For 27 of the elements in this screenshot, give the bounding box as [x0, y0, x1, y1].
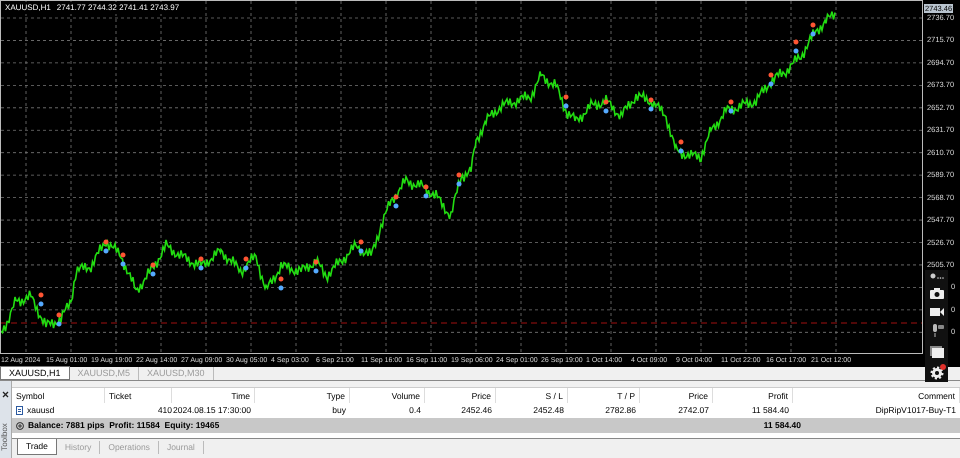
windows-icon[interactable] [930, 346, 944, 358]
profit-total: 11 584.40 [762, 419, 802, 432]
table-cell: 2742.07 [678, 404, 709, 417]
toolbox-title: Toolbox [0, 423, 10, 451]
table-row[interactable]: xauusd 4102024.08.15 17:30:00 buy 0.4 2452.46 2452.48 2782.86 2742.07 11 584.40 DipRipV1017-Buy-T1 [12, 403, 960, 418]
video-camera-icon[interactable] [930, 306, 944, 317]
ohlc-values: 2741.77 2744.32 2741.41 2743.97 [56, 2, 180, 14]
table-cell: 2024.08.15 17:30:00 [173, 404, 251, 417]
table-cell: DipRipV1017-Buy-T1 [876, 404, 956, 417]
camera-icon[interactable] [930, 288, 944, 299]
table-cell: 11 584.40 [752, 404, 789, 417]
table-cell: buy [332, 404, 346, 417]
expand-icon[interactable] [16, 422, 24, 430]
table-cell: xauusd [27, 404, 54, 417]
panel-tab[interactable]: Trade [17, 439, 57, 455]
table-cell: 2452.48 [533, 404, 564, 417]
settings-icon[interactable] [930, 366, 944, 380]
table-cell: 0.4 [409, 404, 421, 417]
table-cell: 2452.46 [461, 404, 492, 417]
chart-tab[interactable]: XAUUSD,H1 [0, 366, 70, 380]
table-cell: 2782.86 [605, 404, 636, 417]
table-cell: 410 [158, 404, 172, 417]
balance-summary: Balance: 7881 pips Profit: 11584 Equity: 19465 [28, 419, 220, 432]
document-icon [16, 406, 23, 415]
close-icon[interactable] [2, 391, 9, 398]
link-icon[interactable] [930, 272, 944, 280]
symbol-label: XAUUSD,H1 [5, 2, 51, 14]
